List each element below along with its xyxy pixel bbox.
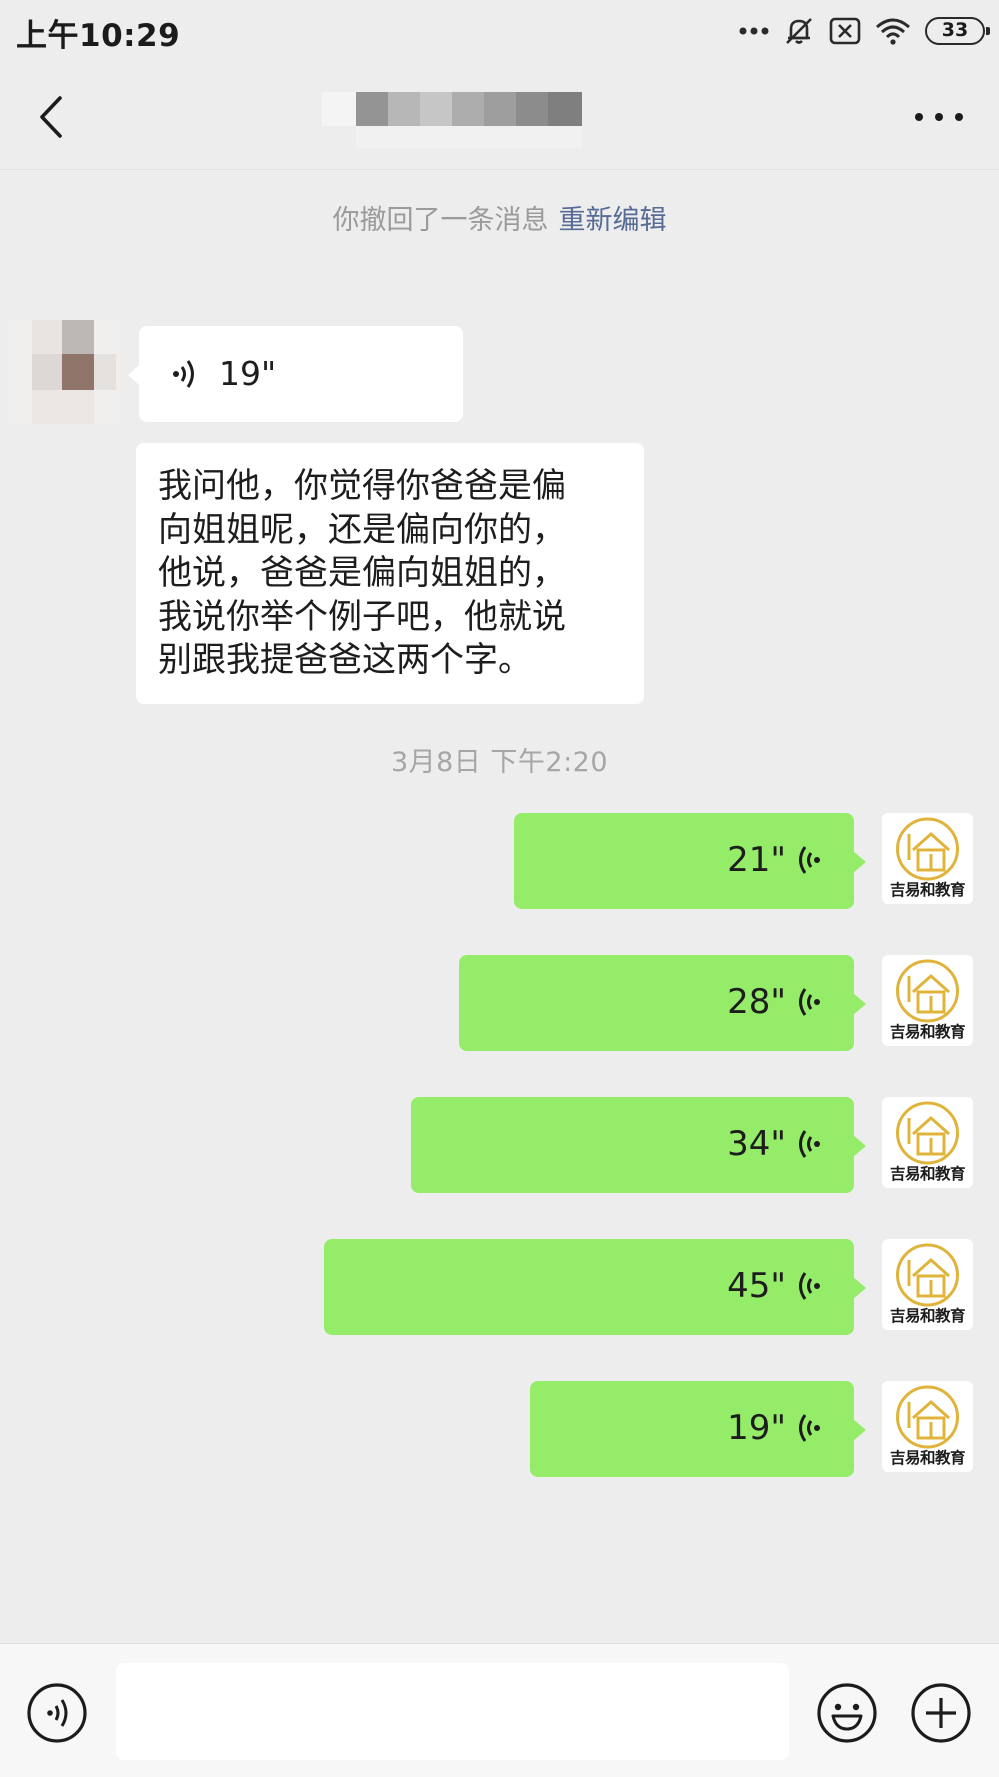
voice-duration: 34" bbox=[727, 1124, 786, 1164]
outgoing-voice-message[interactable]: 45" bbox=[324, 1239, 866, 1335]
more-dots-icon bbox=[739, 27, 769, 35]
my-avatar[interactable]: 吉易和教育 bbox=[882, 813, 973, 904]
brand-name: 吉易和教育 bbox=[889, 1023, 966, 1041]
input-bar bbox=[0, 1643, 999, 1777]
battery-icon: 33 bbox=[925, 17, 990, 45]
more-options-button[interactable] bbox=[909, 102, 969, 132]
voice-wave-icon bbox=[799, 988, 820, 1016]
recall-notice-text: 你撤回了一条消息 bbox=[332, 205, 549, 236]
incoming-voice-message[interactable]: 19" bbox=[128, 326, 463, 422]
mute-bell-icon bbox=[786, 18, 812, 44]
brand-name: 吉易和教育 bbox=[889, 1449, 966, 1467]
my-avatar[interactable]: 吉易和教育 bbox=[882, 1239, 973, 1330]
outgoing-voice-message[interactable]: 28" bbox=[459, 955, 866, 1051]
status-bar: 上午10:29 33 bbox=[0, 0, 999, 62]
outgoing-voice-message[interactable]: 19" bbox=[530, 1381, 866, 1477]
message-line: 我问他，你觉得你爸爸是偏 bbox=[158, 466, 566, 506]
voice-mode-icon[interactable] bbox=[26, 1682, 88, 1744]
message-line: 他说，爸爸是偏向姐姐的， bbox=[158, 553, 566, 593]
outgoing-voice-message[interactable]: 21" bbox=[514, 813, 866, 909]
message-line: 我说你举个例子吧，他就说 bbox=[158, 596, 566, 637]
incoming-text-message[interactable]: 我问他，你觉得你爸爸是偏 向姐姐呢，还是偏向你的， 他说，爸爸是偏向姐姐的， 我… bbox=[136, 443, 644, 704]
emoji-icon[interactable] bbox=[816, 1682, 878, 1744]
sim-x-icon bbox=[829, 17, 861, 45]
voice-duration: 21" bbox=[727, 840, 786, 880]
brand-name: 吉易和教育 bbox=[889, 1307, 966, 1325]
outgoing-voice-message[interactable]: 34" bbox=[411, 1097, 866, 1193]
battery-level: 33 bbox=[941, 19, 969, 41]
voice-duration: 19" bbox=[219, 354, 277, 393]
voice-wave-icon bbox=[799, 1414, 820, 1442]
brand-logo-icon bbox=[896, 1243, 959, 1307]
back-button[interactable] bbox=[30, 92, 74, 142]
contact-avatar[interactable] bbox=[8, 320, 120, 424]
wifi-icon bbox=[876, 18, 910, 45]
status-time: 上午10:29 bbox=[16, 18, 181, 54]
my-avatar[interactable]: 吉易和教育 bbox=[882, 1381, 973, 1472]
brand-logo-icon bbox=[896, 959, 959, 1023]
voice-wave-icon bbox=[799, 1272, 820, 1300]
brand-logo-icon bbox=[896, 817, 959, 881]
message-input[interactable] bbox=[116, 1663, 789, 1760]
voice-wave-icon bbox=[799, 846, 820, 874]
voice-wave-icon bbox=[799, 1130, 820, 1158]
voice-duration: 28" bbox=[727, 982, 786, 1022]
my-avatar[interactable]: 吉易和教育 bbox=[882, 955, 973, 1046]
my-avatar[interactable]: 吉易和教育 bbox=[882, 1097, 973, 1188]
chat-title-pixelated bbox=[322, 92, 618, 154]
voice-wave-icon bbox=[173, 360, 194, 388]
brand-logo-icon bbox=[896, 1385, 959, 1449]
plus-icon[interactable] bbox=[910, 1682, 972, 1744]
brand-name: 吉易和教育 bbox=[889, 881, 966, 899]
brand-logo-icon bbox=[896, 1101, 959, 1165]
voice-duration: 19" bbox=[727, 1408, 786, 1448]
brand-name: 吉易和教育 bbox=[889, 1165, 966, 1183]
message-line: 向姐姐呢，还是偏向你的， bbox=[158, 509, 566, 550]
re-edit-link[interactable]: 重新编辑 bbox=[559, 205, 667, 236]
nav-bar bbox=[0, 62, 999, 170]
message-line: 别跟我提爸爸这两个字。 bbox=[158, 640, 532, 680]
voice-duration: 45" bbox=[727, 1266, 786, 1306]
status-icons: 33 bbox=[739, 14, 990, 48]
message-timestamp: 3月8日 下午2:20 bbox=[390, 747, 609, 778]
recall-notice: 你撤回了一条消息 重新编辑 bbox=[0, 198, 999, 237]
